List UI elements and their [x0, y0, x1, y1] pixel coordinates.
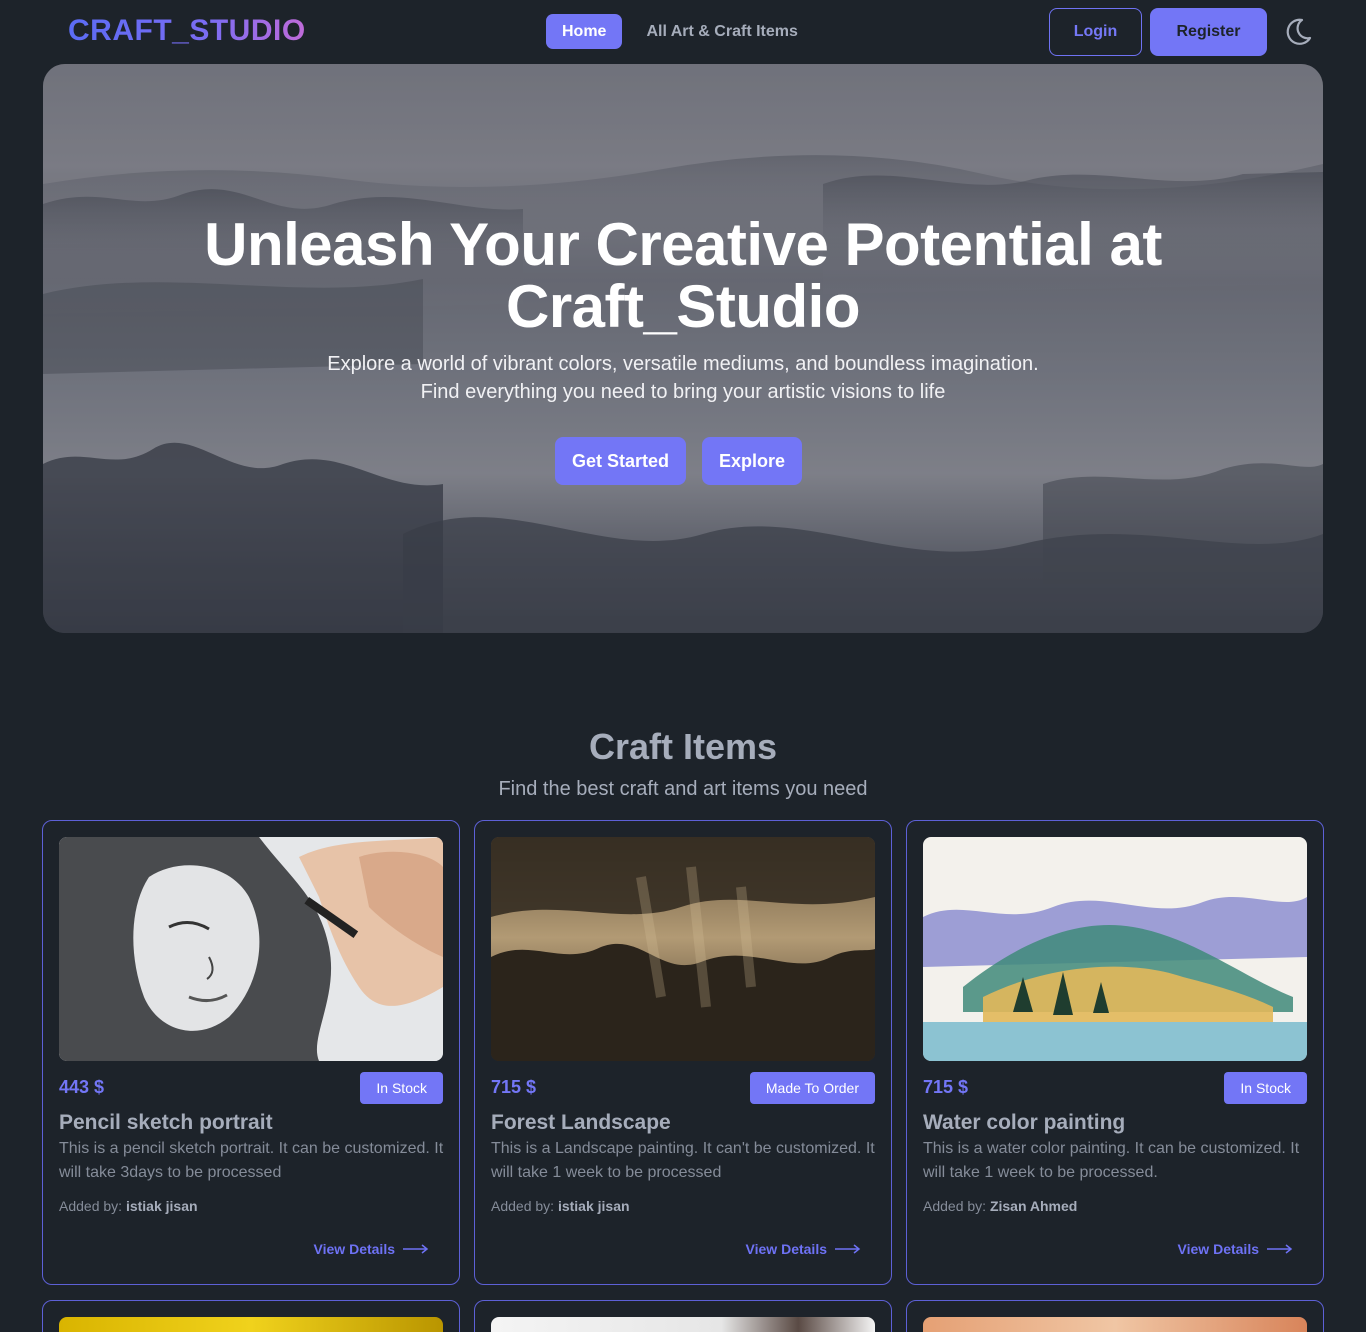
hero-buttons: Get Started Explore: [555, 437, 803, 485]
nav-link-home[interactable]: Home: [546, 14, 623, 49]
view-details-label: View Details: [1177, 1241, 1259, 1257]
item-image[interactable]: [59, 1317, 443, 1332]
navbar: CRAFT_STUDIO Home All Art & Craft Items …: [0, 0, 1366, 64]
section-title: Craft Items: [588, 726, 778, 767]
craft-item-card: 715 $ Made To Order Forest Landscape Thi…: [474, 820, 892, 1285]
craft-item-card: [474, 1300, 892, 1332]
login-button[interactable]: Login: [1049, 8, 1142, 56]
hero-subtitle: Explore a world of vibrant colors, versa…: [43, 350, 1323, 406]
arrow-right-icon: [835, 1244, 861, 1254]
item-description: This is a pencil sketch portrait. It can…: [59, 1140, 444, 1181]
item-image[interactable]: [923, 1317, 1307, 1332]
added-by-label: Added by:: [59, 1198, 123, 1214]
status-badge: In Stock: [360, 1072, 443, 1104]
added-by: Added by: istiak jisan: [59, 1198, 198, 1214]
view-details-link[interactable]: View Details: [1178, 1241, 1293, 1257]
explore-button[interactable]: Explore: [702, 437, 803, 485]
item-image[interactable]: [923, 837, 1307, 1061]
item-description: This is a Landscape painting. It can't b…: [491, 1140, 875, 1181]
status-badge: In Stock: [1224, 1072, 1307, 1104]
item-image[interactable]: [491, 837, 875, 1061]
craft-item-card: [42, 1300, 460, 1332]
item-image[interactable]: [59, 837, 443, 1061]
item-image[interactable]: [491, 1317, 875, 1332]
nav-link-all-items[interactable]: All Art & Craft Items: [630, 14, 813, 49]
hero-subtitle-line-2: Find everything you need to bring your a…: [420, 381, 946, 403]
item-name: Pencil sketch portrait: [59, 1111, 273, 1134]
added-by-label: Added by:: [923, 1198, 987, 1214]
arrow-right-icon: [403, 1244, 429, 1254]
added-by-name: istiak jisan: [557, 1198, 630, 1214]
added-by-name: Zisan Ahmed: [989, 1198, 1078, 1214]
item-description: This is a water color painting. It can b…: [923, 1140, 1300, 1181]
added-by: Added by: Zisan Ahmed: [923, 1198, 1077, 1214]
moon-icon[interactable]: [1282, 16, 1314, 48]
craft-item-card: 443 $ In Stock Pencil sketch portrait Th…: [42, 820, 460, 1285]
view-details-label: View Details: [313, 1241, 395, 1257]
hero-banner: Unleash Your Creative Potential at Craft…: [43, 64, 1323, 633]
arrow-right-icon: [1267, 1244, 1293, 1254]
item-name: Forest Landscape: [491, 1111, 671, 1134]
section-subtitle: Find the best craft and art items you ne…: [498, 778, 868, 800]
register-button[interactable]: Register: [1150, 8, 1267, 56]
view-details-link[interactable]: View Details: [314, 1241, 429, 1257]
nav-links: Home All Art & Craft Items: [546, 14, 814, 49]
item-price: 443 $: [59, 1077, 105, 1097]
site-logo[interactable]: CRAFT_STUDIO: [68, 14, 306, 48]
item-price: 715 $: [923, 1077, 969, 1097]
view-details-link[interactable]: View Details: [746, 1241, 861, 1257]
item-price: 715 $: [491, 1077, 537, 1097]
hero-title: Unleash Your Creative Potential at Craft…: [204, 211, 1162, 340]
added-by-name: istiak jisan: [125, 1198, 198, 1214]
hero-subtitle-line-1: Explore a world of vibrant colors, versa…: [327, 353, 1039, 375]
added-by-label: Added by:: [491, 1198, 555, 1214]
added-by: Added by: istiak jisan: [491, 1198, 630, 1214]
view-details-label: View Details: [745, 1241, 827, 1257]
get-started-button[interactable]: Get Started: [555, 437, 687, 485]
status-badge: Made To Order: [749, 1072, 875, 1104]
hero-overlay: [43, 64, 1323, 633]
item-name: Water color painting: [923, 1111, 1126, 1134]
craft-item-card: [906, 1300, 1324, 1332]
craft-item-card: 715 $ In Stock Water color painting This…: [906, 820, 1324, 1285]
